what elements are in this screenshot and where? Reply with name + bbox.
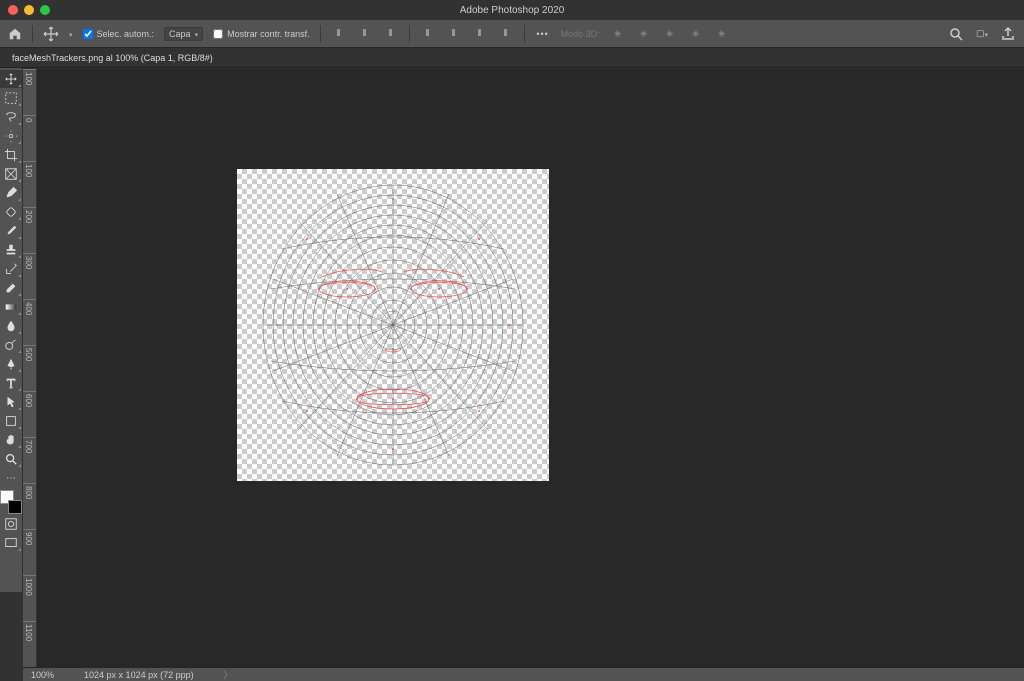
marquee-tool[interactable] xyxy=(0,89,22,107)
doc-dimensions[interactable]: 1024 px x 1024 px (72 ppp) xyxy=(84,670,194,680)
path-select-tool[interactable] xyxy=(0,393,22,411)
app-title: Adobe Photoshop 2020 xyxy=(0,5,1024,16)
canvas-area: 6005004003002001000100200300400500600700… xyxy=(23,68,1024,592)
tools-panel: ⋯ xyxy=(0,68,23,592)
frame-tool[interactable] xyxy=(0,165,22,183)
dodge-tool[interactable] xyxy=(0,336,22,354)
3d-icon-1: ◈ xyxy=(610,26,626,42)
3d-icon-2: ◈ xyxy=(636,26,652,42)
show-transform-checkbox[interactable]: Mostrar contr. transf. xyxy=(213,29,310,39)
type-tool[interactable] xyxy=(0,374,22,392)
auto-select-target[interactable]: Capa xyxy=(164,27,203,41)
mode-3d-label: Modo 3D: xyxy=(561,29,600,39)
document-tab-bar: faceMeshTrackers.png al 100% (Capa 1, RG… xyxy=(0,48,1024,68)
color-swatches[interactable] xyxy=(0,490,22,514)
hand-tool[interactable] xyxy=(0,431,22,449)
distribute-icon[interactable]: ⦀ xyxy=(498,26,514,42)
gradient-tool[interactable] xyxy=(0,298,22,316)
viewport[interactable] xyxy=(37,69,1024,667)
home-icon[interactable] xyxy=(8,27,22,41)
3d-icon-5: ◈ xyxy=(714,26,730,42)
blur-tool[interactable] xyxy=(0,317,22,335)
status-bar: 100% 1024 px x 1024 px (72 ppp) 〉 xyxy=(23,667,1024,681)
align-left-icon[interactable]: ⦀ xyxy=(331,26,347,42)
edit-toolbar[interactable]: ⋯ xyxy=(0,469,22,487)
align-middle-icon[interactable]: ⦀ xyxy=(446,26,462,42)
eraser-tool[interactable] xyxy=(0,279,22,297)
move-tool-icon xyxy=(43,26,59,42)
history-brush-tool[interactable] xyxy=(0,260,22,278)
zoom-level[interactable]: 100% xyxy=(31,670,54,680)
eyedropper-tool[interactable] xyxy=(0,184,22,202)
shape-tool[interactable] xyxy=(0,412,22,430)
auto-select-checkbox[interactable]: Selec. autom.: xyxy=(83,29,155,39)
workspace-icon[interactable]: ▢ xyxy=(974,26,990,42)
canvas[interactable] xyxy=(237,169,549,481)
titlebar: Adobe Photoshop 2020 xyxy=(0,0,1024,20)
brush-tool[interactable] xyxy=(0,222,22,240)
search-icon[interactable] xyxy=(948,26,964,42)
crop-tool[interactable] xyxy=(0,146,22,164)
more-options-icon[interactable]: ••• xyxy=(535,26,551,42)
pen-tool[interactable] xyxy=(0,355,22,373)
align-top-icon[interactable]: ⦀ xyxy=(420,26,436,42)
zoom-tool[interactable] xyxy=(0,450,22,468)
options-bar: Selec. autom.: Capa Mostrar contr. trans… xyxy=(0,20,1024,48)
3d-icon-3: ◈ xyxy=(662,26,678,42)
tool-preset-dropdown[interactable] xyxy=(69,29,73,39)
align-right-icon[interactable]: ⦀ xyxy=(383,26,399,42)
quick-select-tool[interactable] xyxy=(0,127,22,145)
align-center-icon[interactable]: ⦀ xyxy=(357,26,373,42)
stamp-tool[interactable] xyxy=(0,241,22,259)
lasso-tool[interactable] xyxy=(0,108,22,126)
ruler-vertical: 100010020030040050060070080090010001100 xyxy=(23,69,37,667)
document-tab[interactable]: faceMeshTrackers.png al 100% (Capa 1, RG… xyxy=(0,50,225,66)
3d-icon-4: ◈ xyxy=(688,26,704,42)
align-bottom-icon[interactable]: ⦀ xyxy=(472,26,488,42)
quick-mask[interactable] xyxy=(0,515,22,533)
screen-mode[interactable] xyxy=(0,534,22,552)
share-icon[interactable] xyxy=(1000,26,1016,42)
move-tool[interactable] xyxy=(0,70,22,88)
healing-tool[interactable] xyxy=(0,203,22,221)
